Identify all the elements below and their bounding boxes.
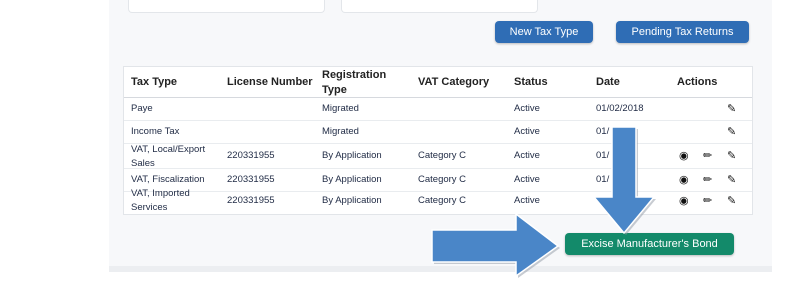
th-vat-category: VAT Category bbox=[418, 76, 490, 88]
cell-registration: By Application bbox=[322, 174, 382, 185]
cell-registration: By Application bbox=[322, 195, 382, 206]
pending-tax-returns-button[interactable]: Pending Tax Returns bbox=[616, 21, 749, 43]
cell-tax-type: VAT, Fiscalization bbox=[131, 174, 205, 185]
cell-license: 220331955 bbox=[227, 195, 275, 206]
right-arrow-icon bbox=[431, 212, 560, 278]
view-icon[interactable]: ◉ bbox=[679, 150, 689, 162]
new-tax-type-button[interactable]: New Tax Type bbox=[495, 21, 593, 43]
cell-tax-type: Paye bbox=[131, 103, 153, 114]
cell-vat-category: Category C bbox=[418, 150, 467, 161]
cell-tax-type: Income Tax bbox=[131, 126, 180, 137]
edit-icon[interactable]: ✎ bbox=[727, 103, 736, 115]
pencil-icon[interactable]: ✏ bbox=[703, 150, 712, 162]
top-input-1[interactable] bbox=[128, 0, 325, 13]
top-input-2[interactable] bbox=[341, 0, 538, 13]
cell-license: 220331955 bbox=[227, 174, 275, 185]
th-actions: Actions bbox=[677, 76, 718, 88]
cell-status: Active bbox=[514, 174, 540, 185]
edit-icon[interactable]: ✎ bbox=[727, 195, 736, 207]
th-tax-type: Tax Type bbox=[131, 76, 178, 88]
cell-status: Active bbox=[514, 195, 540, 206]
cell-vat-category: Category C bbox=[418, 174, 467, 185]
cell-registration: By Application bbox=[322, 150, 382, 161]
table-row: Paye Migrated Active 01/02/2018 ✎ bbox=[124, 98, 752, 121]
cell-license: 220331955 bbox=[227, 150, 275, 161]
edit-icon[interactable]: ✎ bbox=[727, 126, 736, 138]
pencil-icon[interactable]: ✏ bbox=[703, 195, 712, 207]
pencil-icon[interactable]: ✏ bbox=[703, 174, 712, 186]
down-arrow-icon bbox=[592, 126, 656, 235]
cell-status: Active bbox=[514, 126, 540, 137]
table-header: Tax Type License Number Registration Typ… bbox=[124, 67, 752, 98]
cell-date: 01/02/2018 bbox=[596, 103, 644, 114]
th-license-number: License Number bbox=[227, 76, 313, 88]
th-status: Status bbox=[514, 76, 548, 88]
view-icon[interactable]: ◉ bbox=[679, 174, 689, 186]
th-date: Date bbox=[596, 76, 620, 88]
cell-status: Active bbox=[514, 150, 540, 161]
th-registration-type: Registration Type bbox=[322, 69, 387, 96]
cell-registration: Migrated bbox=[322, 103, 359, 114]
cell-status: Active bbox=[514, 103, 540, 114]
edit-icon[interactable]: ✎ bbox=[727, 150, 736, 162]
view-icon[interactable]: ◉ bbox=[679, 195, 689, 207]
cell-tax-type: VAT, Imported Services bbox=[131, 188, 190, 213]
cell-vat-category: Category C bbox=[418, 195, 467, 206]
cell-registration: Migrated bbox=[322, 126, 359, 137]
cell-tax-type: VAT, Local/Export Sales bbox=[131, 144, 206, 169]
edit-icon[interactable]: ✎ bbox=[727, 174, 736, 186]
